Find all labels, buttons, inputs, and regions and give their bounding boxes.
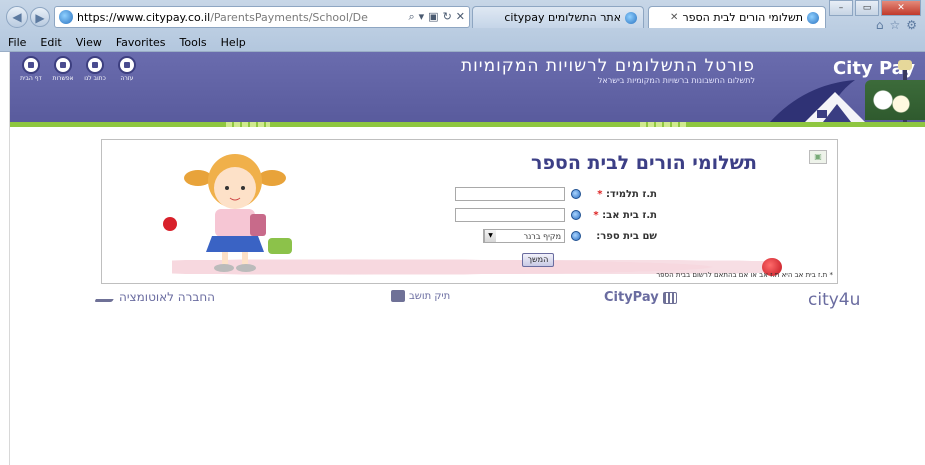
student-id-row: ת.ז תלמיד: *: [455, 187, 657, 201]
site-header: דף הבית אפשרות כתוב לנו עזרה פורטל התשלו…: [10, 52, 925, 122]
payment-form-panel: תשלומי הורים לבית הספר ▣ ת.ז תלמיד: * ת.…: [101, 139, 838, 284]
menu-file[interactable]: File: [8, 36, 26, 49]
back-button[interactable]: ◀: [6, 6, 28, 28]
school-name-select[interactable]: מקיף ברנר ▼: [483, 229, 565, 243]
header-icon-caption: דף הבית: [20, 75, 42, 82]
form-title: תשלומי הורים לבית הספר: [531, 152, 757, 174]
continue-button[interactable]: המשך: [522, 253, 554, 267]
divider-accent: [226, 122, 270, 127]
company-logo-icon: [94, 292, 118, 302]
header-help-link[interactable]: עזרה: [116, 56, 138, 82]
menu-favorites[interactable]: Favorites: [116, 36, 166, 49]
required-asterisk: *: [597, 188, 603, 200]
footer-logos: החברה לאוטומציה תיק תושב CityPay city4u: [0, 290, 925, 310]
portal-title: פורטל התשלומים לרשויות המקומיות: [460, 56, 755, 76]
toolbar-icons: ⌂ ☆ ⚙: [876, 18, 917, 32]
home-icon[interactable]: ⌂: [876, 18, 884, 32]
city4u-logo[interactable]: city4u: [808, 290, 860, 310]
portal-subtitle: לתשלום החשבונות ברשויות המקומיות בישראל: [597, 76, 755, 85]
field-label: ת.ז תלמיד: *: [587, 189, 657, 200]
school-name-value: מקיף ברנר: [523, 231, 561, 241]
close-window-button[interactable]: ✕: [881, 0, 921, 16]
parent-id-input[interactable]: [455, 208, 565, 222]
info-icon[interactable]: [571, 189, 581, 199]
briefcase-icon: [391, 290, 405, 302]
dropdown-icon[interactable]: ▾: [419, 10, 425, 24]
automation-company-logo[interactable]: החברה לאוטומציה: [94, 290, 215, 304]
stop-icon[interactable]: ✕: [456, 10, 465, 24]
resident-file-text: תיק תושב: [409, 290, 451, 302]
tab-favicon: [625, 11, 637, 24]
header-icon-bar: דף הבית אפשרות כתוב לנו עזרה: [20, 56, 138, 82]
star-icon[interactable]: ☆: [889, 18, 900, 32]
minimize-button[interactable]: –: [829, 0, 853, 16]
search-icon[interactable]: ⌕: [408, 10, 414, 24]
url-host: https://www.citypay.co.il: [77, 10, 211, 24]
menu-edit[interactable]: Edit: [40, 36, 61, 49]
parent-id-row: ת.ז בית אב: *: [455, 208, 657, 222]
maximize-button[interactable]: ▭: [855, 0, 879, 16]
home-icon: [22, 56, 40, 74]
tab-title: אתר התשלומים citypay: [504, 11, 621, 24]
citypay-logo[interactable]: CityPay: [604, 290, 677, 305]
field-label: ת.ז בית אב: *: [587, 210, 657, 221]
refresh-icon[interactable]: ↻: [443, 10, 452, 24]
header-options-link[interactable]: אפשרות: [52, 56, 74, 82]
divider-accent: [640, 122, 686, 127]
header-contact-link[interactable]: כתוב לנו: [84, 56, 106, 82]
header-icon-caption: אפשרות: [52, 75, 74, 82]
student-id-label: ת.ז תלמיד:: [605, 188, 657, 200]
header-home-link[interactable]: דף הבית: [20, 56, 42, 82]
automation-company-text: החברה לאוטומציה: [119, 290, 215, 304]
field-label: שם בית ספר:: [587, 231, 657, 242]
info-icon[interactable]: [571, 210, 581, 220]
school-name-row: שם בית ספר: מקיף ברנר ▼: [483, 229, 657, 243]
menu-view[interactable]: View: [76, 36, 102, 49]
calculator-icon: [662, 291, 677, 304]
browser-chrome: ◀ ▶ https://www.citypay.co.il /ParentsPa…: [0, 0, 925, 52]
form-footnote: * ת.ז בית אב היא ת.ז אב או אם בהתאם לרשו…: [656, 271, 833, 279]
window-controls: – ▭ ✕: [829, 0, 921, 16]
tab-school-payments[interactable]: תשלומי הורים לבית הספר ✕: [648, 6, 826, 28]
girl-illustration: [163, 154, 292, 272]
chevron-down-icon[interactable]: ▼: [484, 230, 496, 242]
resident-file-logo[interactable]: תיק תושב: [391, 290, 450, 302]
tab-favicon: [807, 11, 819, 24]
flower-illustration: [865, 80, 925, 120]
menu-help[interactable]: Help: [221, 36, 246, 49]
lock-icon[interactable]: ▣: [428, 10, 438, 24]
mail-icon: [86, 56, 104, 74]
required-asterisk: *: [593, 209, 599, 221]
list-icon: [118, 56, 136, 74]
school-name-label: שם בית ספר:: [596, 230, 657, 242]
city4u-text: city4u: [808, 290, 861, 310]
print-icon[interactable]: ▣: [809, 150, 827, 164]
menu-tools[interactable]: Tools: [180, 36, 207, 49]
student-id-input[interactable]: [455, 187, 565, 201]
tab-close-icon[interactable]: ✕: [670, 12, 678, 23]
page-left-edge: [0, 52, 10, 465]
header-icon-caption: כתוב לנו: [84, 75, 106, 82]
header-divider: [10, 122, 925, 127]
gear-icon[interactable]: ⚙: [906, 18, 917, 32]
help-icon: [54, 56, 72, 74]
header-icon-caption: עזרה: [120, 75, 134, 82]
site-icon: [59, 10, 73, 24]
tab-title: תשלומי הורים לבית הספר: [682, 11, 803, 24]
info-icon[interactable]: [571, 231, 581, 241]
menu-bar: File Edit View Favorites Tools Help: [0, 33, 246, 51]
forward-button[interactable]: ▶: [30, 7, 50, 27]
tab-citypay-site[interactable]: אתר התשלומים citypay: [472, 6, 644, 28]
url-path: /ParentsPayments/School/De: [210, 10, 368, 24]
address-bar[interactable]: https://www.citypay.co.il /ParentsPaymen…: [54, 6, 470, 28]
parent-id-label: ת.ז בית אב:: [602, 209, 657, 221]
citypay-text: CityPay: [604, 290, 659, 305]
